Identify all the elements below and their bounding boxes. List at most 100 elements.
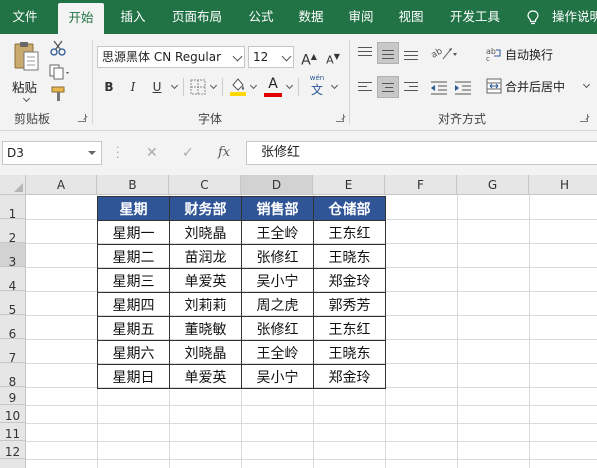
align-top-button[interactable] <box>354 42 376 64</box>
enter-icon[interactable]: ✓ <box>182 145 194 161</box>
column-header-b[interactable]: B <box>97 175 169 195</box>
underline-dropdown-icon[interactable] <box>170 81 179 90</box>
tab-developer[interactable]: 开发工具 <box>440 0 510 34</box>
table-cell[interactable]: 张修红 <box>241 316 314 341</box>
column-header-g[interactable]: G <box>457 175 529 195</box>
underline-button[interactable]: U <box>146 76 168 98</box>
row-header-9[interactable]: 9 <box>0 387 26 405</box>
decrease-indent-icon[interactable] <box>430 80 448 96</box>
row-header-4[interactable]: 4 <box>0 267 26 293</box>
tab-review[interactable]: 审阅 <box>338 0 384 34</box>
column-header-d[interactable]: D <box>241 175 313 195</box>
cut-icon[interactable] <box>49 40 67 56</box>
name-box[interactable]: D3 <box>2 141 102 165</box>
select-all-button[interactable] <box>0 175 26 195</box>
font-color-button[interactable]: A <box>264 76 282 98</box>
tab-insert[interactable]: 插入 <box>110 0 156 34</box>
table-cell[interactable]: 王东红 <box>313 220 386 245</box>
bold-button[interactable]: B <box>98 76 120 98</box>
cancel-icon[interactable]: ✕ <box>146 145 158 161</box>
format-painter-icon[interactable] <box>50 86 68 102</box>
tab-page-layout[interactable]: 页面布局 <box>162 0 232 34</box>
wrap-text-button[interactable]: ab c 自动换行 <box>486 44 586 64</box>
table-cell[interactable]: 王晓东 <box>313 244 386 269</box>
table-cell[interactable]: 董晓敏 <box>169 316 242 341</box>
merge-center-button[interactable]: 合并后居中 <box>486 76 594 96</box>
tab-view[interactable]: 视图 <box>388 0 434 34</box>
insert-function-button[interactable]: fx <box>218 145 230 160</box>
row-header-1[interactable]: 1 <box>0 195 26 221</box>
table-cell[interactable]: 王晓东 <box>313 340 386 365</box>
phonetic-guide-button[interactable]: wén 文 <box>306 74 328 100</box>
tab-file[interactable]: 文件 <box>0 0 50 34</box>
row-header-2[interactable]: 2 <box>0 219 26 245</box>
column-header-a[interactable]: A <box>26 175 97 195</box>
table-cell[interactable]: 星期六 <box>97 340 170 365</box>
table-cell[interactable]: 王东红 <box>313 316 386 341</box>
fill-color-dropdown-icon[interactable] <box>249 81 258 90</box>
row-header-10[interactable]: 10 <box>0 405 26 423</box>
table-header-cell[interactable]: 仓储部 <box>313 196 386 221</box>
column-header-h[interactable]: H <box>529 175 597 195</box>
font-launcher-icon[interactable] <box>336 114 344 122</box>
formula-input[interactable]: 张修红 <box>246 141 597 165</box>
table-cell[interactable]: 张修红 <box>241 244 314 269</box>
table-cell[interactable]: 星期五 <box>97 316 170 341</box>
column-header-c[interactable]: C <box>169 175 241 195</box>
phonetic-dropdown-icon[interactable] <box>330 81 339 90</box>
table-cell[interactable]: 刘莉莉 <box>169 292 242 317</box>
increase-indent-icon[interactable] <box>454 80 472 96</box>
table-cell[interactable]: 郑金玲 <box>313 364 386 389</box>
table-header-cell[interactable]: 销售部 <box>241 196 314 221</box>
copy-icon[interactable] <box>49 64 71 80</box>
align-middle-button[interactable] <box>377 42 399 64</box>
align-left-button[interactable] <box>354 76 376 98</box>
clipboard-launcher-icon[interactable] <box>78 114 86 122</box>
row-header-5[interactable]: 5 <box>0 291 26 317</box>
tab-formulas[interactable]: 公式 <box>238 0 284 34</box>
row-header-3[interactable]: 3 <box>0 243 26 269</box>
table-cell[interactable]: 吴小宁 <box>241 268 314 293</box>
tab-home[interactable]: 开始 <box>58 3 104 34</box>
align-bottom-button[interactable] <box>400 42 422 64</box>
orientation-icon[interactable]: ab <box>430 44 458 62</box>
font-size-combo[interactable]: 12 <box>248 46 294 68</box>
table-cell[interactable]: 郑金玲 <box>313 268 386 293</box>
row-header-11[interactable]: 11 <box>0 423 26 441</box>
table-cell[interactable]: 星期四 <box>97 292 170 317</box>
borders-icon[interactable] <box>190 79 206 95</box>
row-header-12[interactable]: 12 <box>0 441 26 459</box>
borders-dropdown-icon[interactable] <box>209 81 218 90</box>
grow-font-button[interactable]: A▲ <box>298 46 320 69</box>
paste-button[interactable]: 粘贴 <box>8 40 46 104</box>
column-header-f[interactable]: F <box>385 175 457 195</box>
align-center-button[interactable] <box>377 76 399 98</box>
font-name-combo[interactable]: 思源黑体 CN Regular <box>97 46 245 68</box>
table-cell[interactable]: 吴小宁 <box>241 364 314 389</box>
table-header-cell[interactable]: 星期 <box>97 196 170 221</box>
fill-color-icon[interactable] <box>229 76 247 96</box>
font-color-dropdown-icon[interactable] <box>285 81 294 90</box>
table-cell[interactable]: 单爱英 <box>169 268 242 293</box>
column-header-e[interactable]: E <box>313 175 385 195</box>
worksheet-grid[interactable]: A B C D E F G H 1 2 3 4 5 6 7 8 9 10 11 … <box>0 175 597 468</box>
table-cell[interactable]: 苗润龙 <box>169 244 242 269</box>
table-header-cell[interactable]: 财务部 <box>169 196 242 221</box>
align-right-button[interactable] <box>400 76 422 98</box>
table-cell[interactable]: 星期日 <box>97 364 170 389</box>
table-cell[interactable]: 郭秀芳 <box>313 292 386 317</box>
table-cell[interactable]: 周之虎 <box>241 292 314 317</box>
shrink-font-button[interactable]: A▼ <box>322 46 344 68</box>
row-header-8[interactable]: 8 <box>0 363 26 389</box>
table-cell[interactable]: 星期二 <box>97 244 170 269</box>
alignment-launcher-icon[interactable] <box>580 114 588 122</box>
table-cell[interactable]: 单爱英 <box>169 364 242 389</box>
table-cell[interactable]: 王全岭 <box>241 340 314 365</box>
tab-data[interactable]: 数据 <box>288 0 334 34</box>
table-cell[interactable]: 星期一 <box>97 220 170 245</box>
tell-me-search[interactable]: 操作说明 <box>552 0 597 34</box>
table-cell[interactable]: 王全岭 <box>241 220 314 245</box>
row-header-7[interactable]: 7 <box>0 339 26 365</box>
table-cell[interactable]: 刘晓晶 <box>169 340 242 365</box>
table-cell[interactable]: 星期三 <box>97 268 170 293</box>
